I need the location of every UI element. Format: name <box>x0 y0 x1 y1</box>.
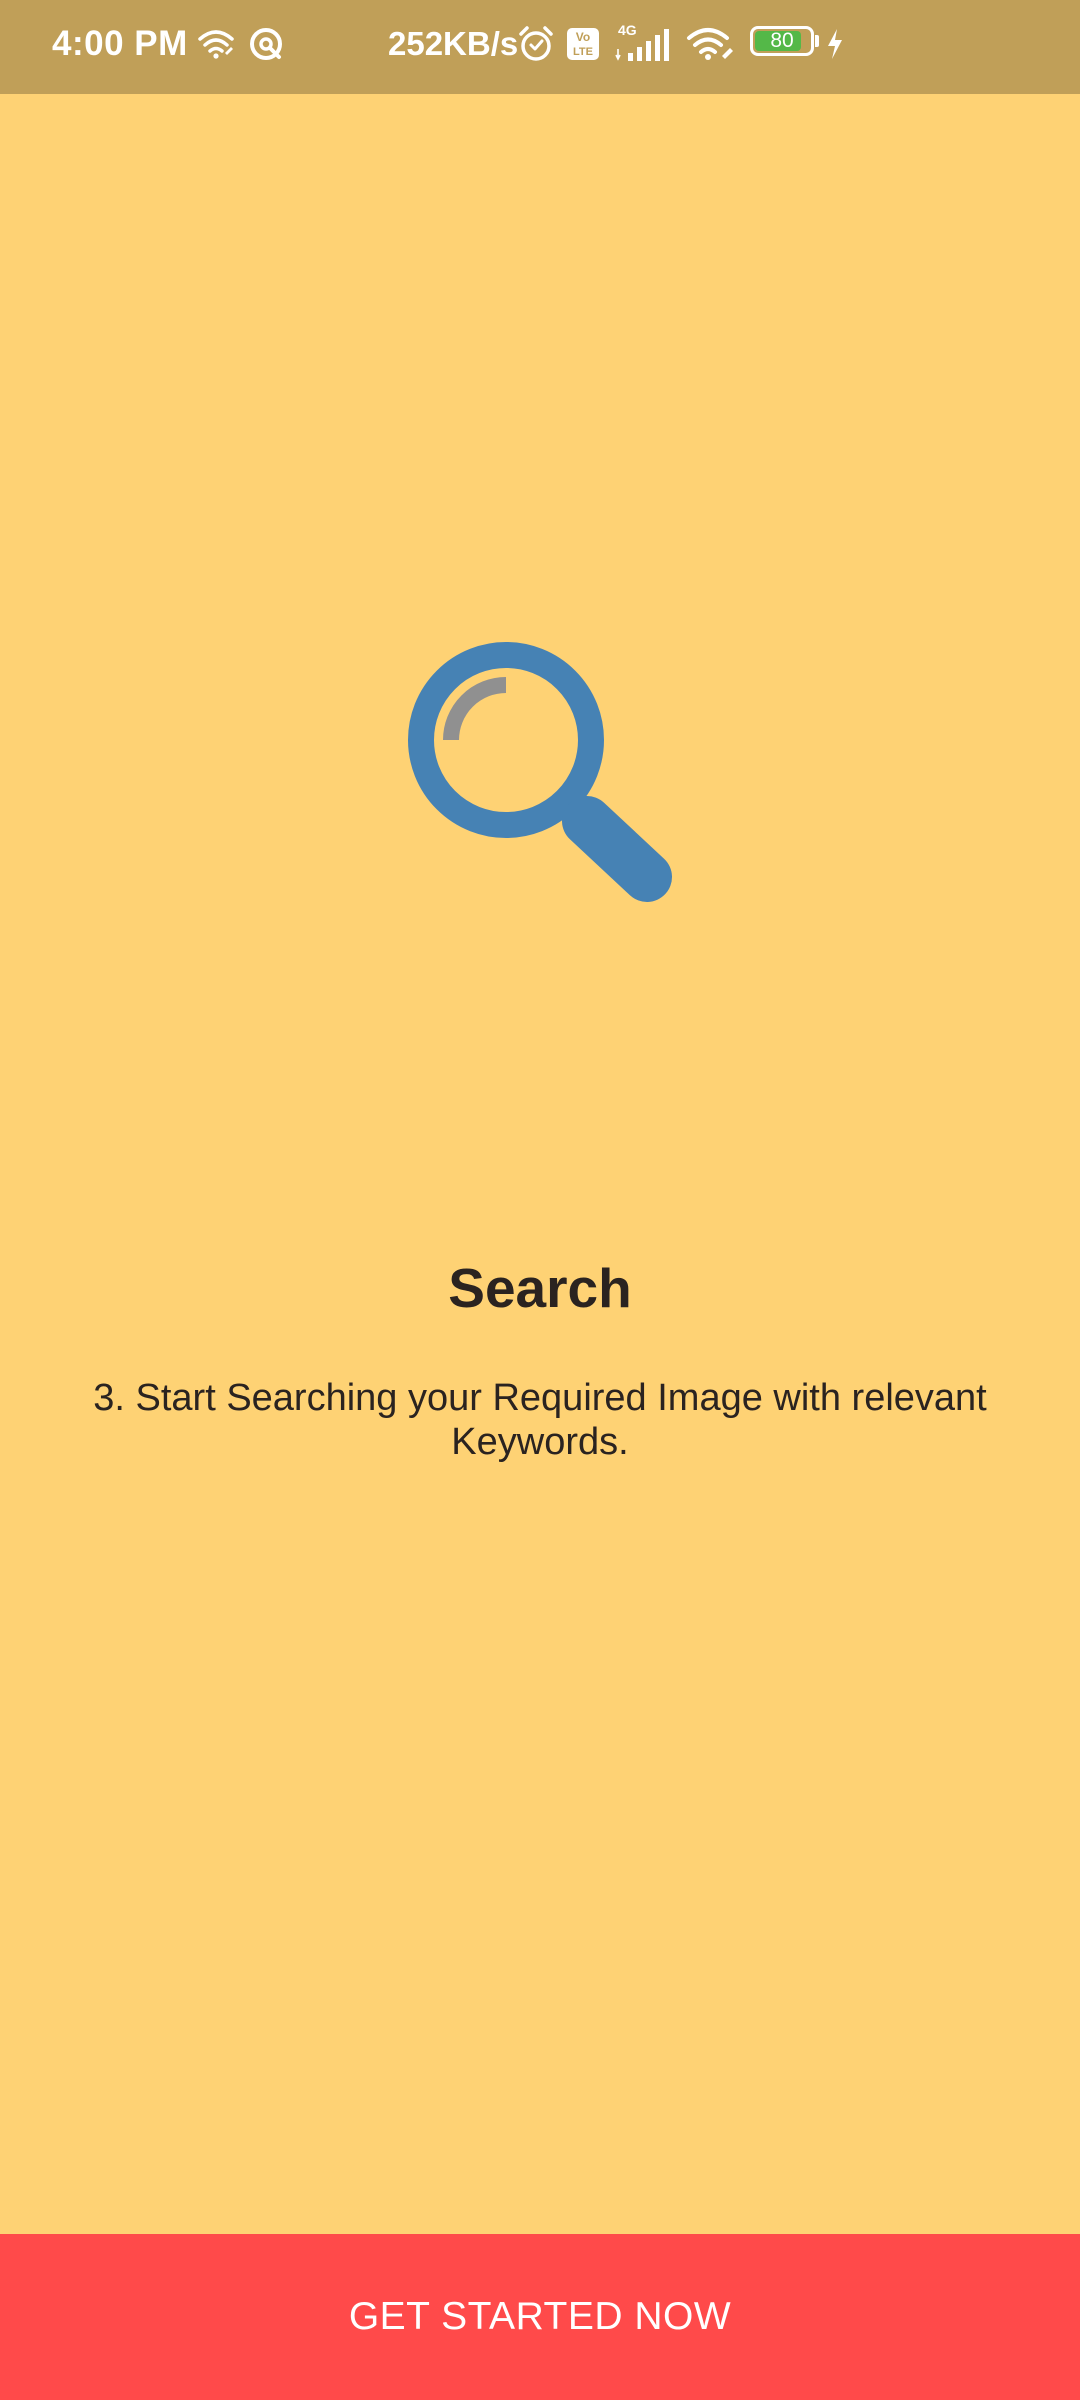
wifi-calling-icon <box>198 30 234 59</box>
search-icon <box>408 642 672 902</box>
charging-icon <box>828 29 842 59</box>
volte-icon: Vo LTE <box>567 28 599 60</box>
onboarding-screen: Search 3. Start Searching your Required … <box>0 94 1080 2234</box>
vpn-icon <box>250 28 282 60</box>
svg-text:Vo: Vo <box>576 30 590 44</box>
status-time: 4:00 PM <box>52 24 188 63</box>
alarm-icon <box>519 26 553 61</box>
battery-level: 80 <box>770 29 794 52</box>
onboarding-description: 3. Start Searching your Required Image w… <box>93 1377 987 1463</box>
onboarding-title: Search <box>448 1257 632 1319</box>
svg-text:LTE: LTE <box>573 46 593 58</box>
status-bar: 4:00 PM 252KB/s Vo LTE 4G 80 <box>0 0 1080 94</box>
network-speed: 252KB/s <box>388 25 519 62</box>
wifi-icon <box>687 28 733 60</box>
signal-icon <box>615 29 669 61</box>
battery-tip <box>815 35 819 47</box>
battery-icon: 80 <box>750 26 814 56</box>
get-started-button[interactable]: GET STARTED NOW <box>0 2234 1080 2400</box>
